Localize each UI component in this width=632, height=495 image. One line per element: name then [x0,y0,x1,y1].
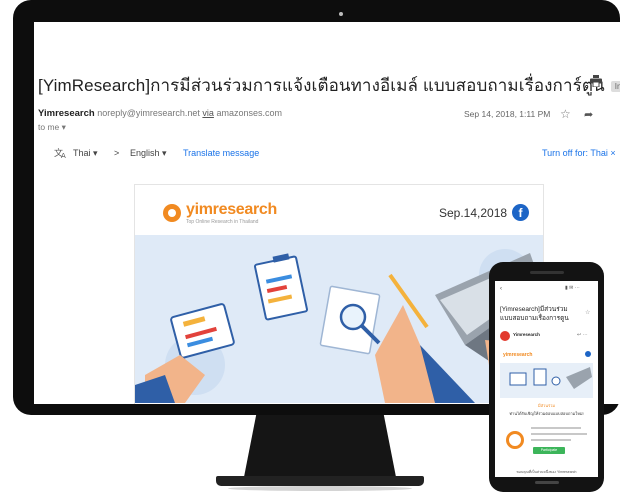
source-language-select[interactable]: Thai ▾ [73,148,98,159]
phone-detail-line [531,433,587,435]
avatar [500,331,510,341]
turn-off-translation-link[interactable]: Turn off for: Thai × [542,148,616,158]
phone-screen: ‹ ▮ ✉ ⋯ [Yimresearch]มีส่วนร่วม แบบสอบถา… [495,281,598,477]
participate-button[interactable]: Participate [533,447,565,454]
facebook-icon[interactable]: f [512,204,529,221]
recipient-toggle[interactable]: to me ▾ [38,122,66,133]
phone-sender-name: Yimresearch [513,332,540,337]
survey-illustration-banner [135,235,543,403]
phone-speaker [530,271,564,274]
phone-star-icon[interactable]: ☆ [585,309,590,316]
via-domain: amazonses.com [216,108,282,118]
phone-home-indicator[interactable] [535,481,559,484]
email-subject: [YimResearch]การมีส่วนร่วมการแจ้งเตือนทา… [38,72,620,99]
sender-name: Yimresearch [38,108,95,119]
print-icon[interactable] [590,75,602,87]
brand-logo-text: yimresearch [186,201,277,218]
phone-footer-text: ขอบคุณที่เป็นส่วนหนึ่งของ Yimresearch [516,470,577,474]
inbox-label-badge[interactable]: Inbox × [610,81,620,93]
phone-heading: มีส่วนร่วม [537,403,556,408]
email-body-date: Sep.14,2018 [439,206,508,220]
svg-text:A: A [61,152,66,159]
translate-message-link[interactable]: Translate message [183,148,259,158]
monitor-stand-neck [244,415,396,477]
sender-line: Yimresearch noreply@yimresearch.net via … [38,108,282,119]
phone-detail-line [531,439,571,441]
email-subject-text: [YimResearch]การมีส่วนร่วมการแจ้งเตือนทา… [38,76,605,95]
phone-email-subject: [Yimresearch]มีส่วนร่วม แบบสอบถามเรื่องก… [500,306,569,322]
sender-address: noreply@yimresearch.net [97,108,200,118]
monitor-shadow [228,486,412,491]
phone-detail-line [531,427,581,429]
reply-icon[interactable]: ➦ [584,108,593,121]
mobile-phone: ‹ ▮ ✉ ⋯ [Yimresearch]มีส่วนร่วม แบบสอบถา… [489,262,604,492]
via-link[interactable]: via [202,108,214,118]
yimresearch-logo-icon [163,204,181,222]
email-body: yimresearch Top Online Research in Thail… [134,184,544,404]
phone-reply-icon[interactable]: ↩ ⋯ [577,332,588,338]
translate-bar: 文 A Thai ▾ > English ▾ Translate message… [46,146,620,164]
phone-banner-illustration [500,363,593,398]
phone-toolbar-icons[interactable]: ▮ ✉ ⋯ [565,285,580,291]
phone-survey-logo-icon [506,431,524,449]
star-icon[interactable]: ☆ [560,107,571,121]
email-date: Sep 14, 2018, 1:11 PM [464,109,551,119]
phone-invite-text: ท่านได้รับเชิญให้ร่วมตอบแบบสอบถามใหม่! [509,411,584,416]
translate-arrow: > [114,148,120,158]
monitor-camera [339,12,343,16]
back-icon[interactable]: ‹ [500,286,502,292]
target-language-select[interactable]: English ▾ [130,148,167,159]
phone-facebook-icon[interactable] [585,351,591,357]
brand-tagline: Top Online Research in Thailand [186,219,259,225]
monitor-stand-base [216,476,424,486]
phone-brand-logo: yimresearch [503,352,533,358]
translate-icon: 文 A [54,147,66,159]
